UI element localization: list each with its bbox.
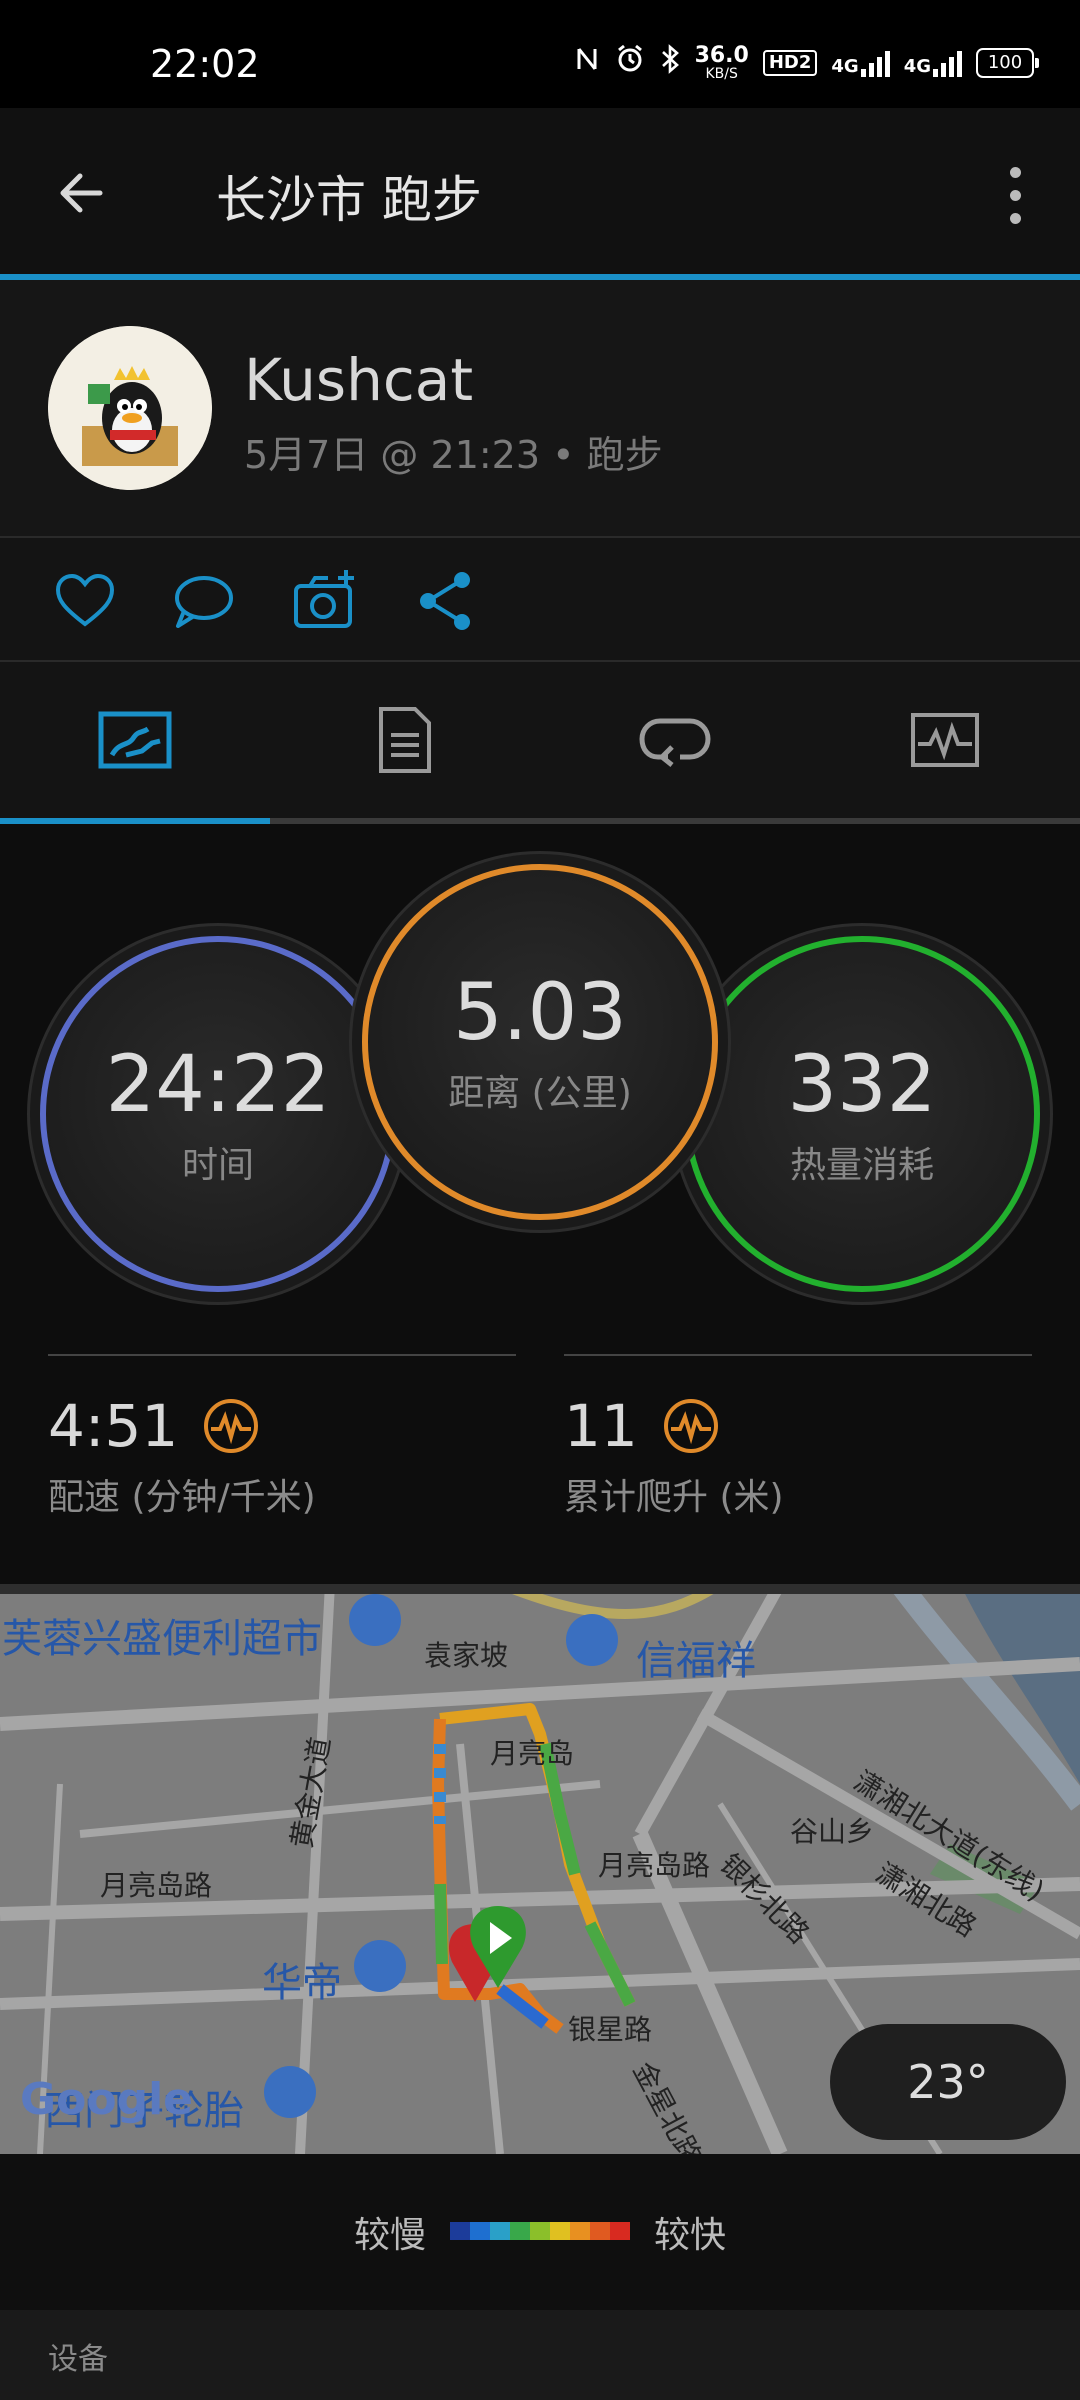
ascent-value: 11: [564, 1392, 638, 1460]
network-speed-unit: KB/S: [705, 65, 738, 82]
status-icons: 36.0 KB/S HD2 4G 4G 100: [575, 44, 1040, 81]
pace-legend: 较慢 较快: [0, 2154, 1080, 2310]
user-name: Kushcat: [244, 346, 474, 414]
heart-icon: [55, 573, 115, 627]
map-area-label: 袁家坡: [424, 1639, 509, 1672]
page-title: 长沙市 跑步: [216, 171, 482, 229]
chart-monitor-icon: [911, 713, 979, 767]
signal-1-label: 4G: [831, 55, 859, 77]
map-road-label: 月亮岛路: [100, 1869, 213, 1902]
activity-meta: 5月7日 @ 21:23 • 跑步: [244, 433, 663, 477]
legend-color-segment: [510, 2222, 530, 2240]
distance-label: 距离 (公里): [448, 1073, 632, 1114]
like-button[interactable]: [50, 566, 120, 636]
tab-details[interactable]: [270, 662, 540, 818]
nfc-icon: [575, 45, 601, 80]
activity-tabs: [0, 662, 1080, 824]
overview-icon: [98, 711, 172, 769]
signal-bars-icon: [933, 49, 962, 77]
pace-metric[interactable]: 4:51 配速 (分钟/千米): [48, 1392, 316, 1520]
map-top-border: [0, 1584, 1080, 1594]
map-poi-label: 华帝: [262, 1960, 342, 2006]
pace-value: 4:51: [48, 1392, 179, 1460]
hd-badge: HD2: [762, 49, 818, 76]
legend-color-segment: [570, 2222, 590, 2240]
status-time: 22:02: [150, 42, 260, 86]
legend-color-segment: [470, 2222, 490, 2240]
time-value: 24:22: [105, 1040, 331, 1130]
google-logo: Google: [20, 2074, 193, 2125]
comment-button[interactable]: [168, 566, 238, 636]
avatar[interactable]: [48, 326, 212, 490]
add-photo-button[interactable]: [290, 566, 360, 636]
share-button[interactable]: [410, 566, 480, 636]
time-ring[interactable]: 24:22 时间: [40, 936, 396, 1292]
device-label: 设备: [48, 2342, 108, 2377]
distance-value: 5.03: [453, 968, 627, 1058]
pace-divider: [48, 1354, 516, 1356]
tab-charts[interactable]: [810, 662, 1080, 818]
status-bar: 22:02 36.0 KB/S HD2 4G 4G 100: [0, 0, 1080, 108]
comment-bubble-icon: [175, 576, 233, 628]
map-road-label: 银星路: [568, 2013, 653, 2046]
legend-color-segment: [450, 2222, 470, 2240]
time-label: 时间: [181, 1145, 254, 1186]
pace-label: 配速 (分钟/千米): [48, 1477, 316, 1518]
network-speed: 36.0 KB/S: [694, 42, 749, 82]
calories-label: 热量消耗: [789, 1145, 934, 1186]
device-section[interactable]: 设备: [0, 2310, 1080, 2400]
legend-color-segment: [490, 2222, 510, 2240]
network-speed-value: 36.0: [694, 42, 749, 68]
map-island-label: 月亮岛: [490, 1737, 575, 1770]
action-bar: [0, 538, 1080, 662]
battery-icon: 100: [976, 47, 1039, 78]
pulse-chart-icon: [663, 1399, 718, 1453]
document-icon: [379, 707, 431, 773]
signal-1: 4G: [831, 49, 890, 77]
legend-color-segment: [590, 2222, 610, 2240]
ascent-divider: [564, 1354, 1032, 1356]
calories-value: 332: [787, 1040, 937, 1130]
map-road-label: 月亮岛路: [598, 1849, 711, 1882]
alarm-icon: [615, 44, 645, 81]
tab-laps[interactable]: [540, 662, 810, 818]
legend-color-segment: [610, 2222, 630, 2240]
stats-section: 24:22 时间 332 热量消耗 5.03 距离 (公里) 4:51 配速 (…: [0, 824, 1080, 1584]
ascent-label: 累计爬升 (米): [564, 1477, 784, 1518]
legend-fast-label: 较快: [654, 2215, 727, 2256]
calories-ring[interactable]: 332 热量消耗: [684, 936, 1040, 1292]
temperature-button[interactable]: 23°: [830, 2024, 1066, 2140]
distance-ring[interactable]: 5.03 距离 (公里): [362, 864, 718, 1220]
signal-2: 4G: [904, 49, 962, 77]
legend-slow-label: 较慢: [354, 2215, 427, 2256]
legend-gradient-bar: [450, 2222, 630, 2240]
app-bar: 长沙市 跑步: [0, 108, 1080, 276]
share-icon: [420, 572, 470, 630]
camera-plus-icon: [294, 570, 354, 628]
map-area-label: 谷山乡: [790, 1815, 875, 1848]
penguin-avatar-icon: [48, 326, 212, 490]
back-button[interactable]: [50, 158, 120, 228]
bluetooth-icon: [659, 44, 681, 81]
signal-bars-icon: [860, 49, 890, 77]
activity-profile: Kushcat 5月7日 @ 21:23 • 跑步: [0, 280, 1080, 538]
pulse-chart-icon: [204, 1399, 259, 1453]
tab-overview[interactable]: [0, 662, 270, 818]
legend-color-segment: [530, 2222, 550, 2240]
signal-2-label: 4G: [903, 55, 931, 77]
route-map[interactable]: 芙蓉兴盛便利超市 袁家坡 信福祥 月亮岛 月亮岛路 月亮岛路 黄金大道 谷山乡 …: [0, 1584, 1080, 2154]
map-poi-label: 信福祥: [636, 1638, 756, 1684]
ascent-metric[interactable]: 11 累计爬升 (米): [564, 1392, 784, 1520]
legend-color-segment: [550, 2222, 570, 2240]
more-options-button[interactable]: [990, 160, 1040, 230]
loop-icon: [639, 718, 711, 767]
more-dot: [1009, 212, 1021, 224]
back-arrow-icon: [60, 173, 103, 213]
more-dot: [1009, 166, 1021, 178]
more-dot: [1009, 189, 1021, 201]
map-poi-label: 芙蓉兴盛便利超市: [2, 1616, 322, 1662]
